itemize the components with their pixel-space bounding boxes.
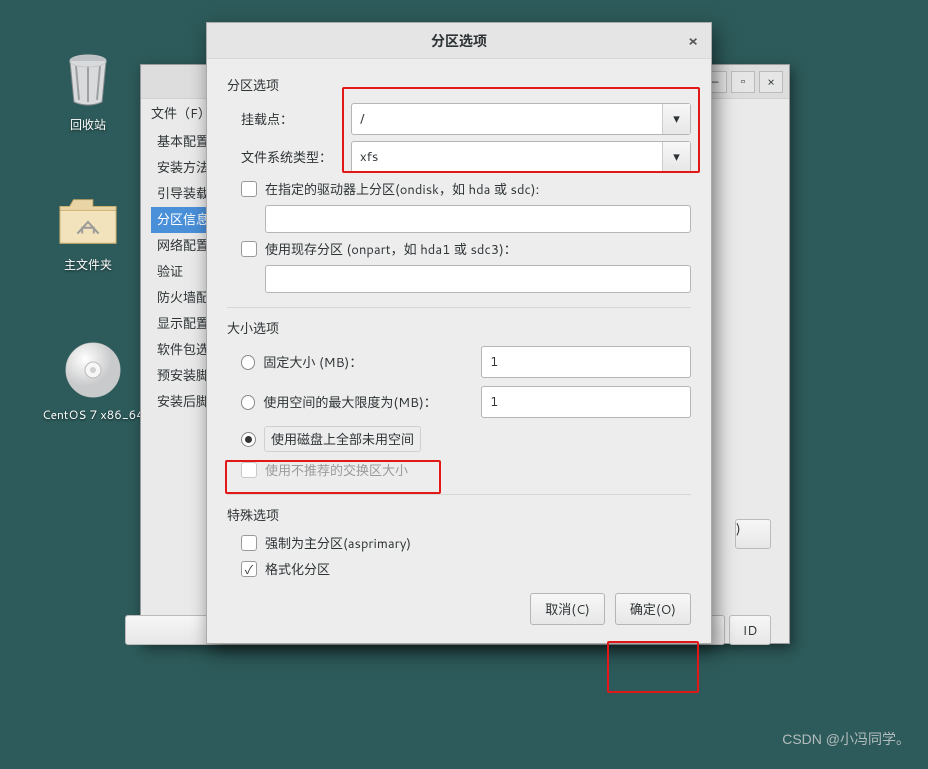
desktop-icon-home[interactable]: 主文件夹	[33, 190, 143, 273]
format-checkbox[interactable]	[241, 561, 257, 577]
size-fill-radio[interactable]	[241, 432, 256, 447]
size-fill-label: 使用磁盘上全部未用空间	[264, 426, 421, 452]
folder-home-icon	[58, 190, 118, 250]
ondisk-checkbox[interactable]	[241, 181, 257, 197]
mountpoint-combo[interactable]: / ▾	[351, 103, 691, 135]
mountpoint-label: 挂载点：	[241, 109, 341, 129]
chevron-down-icon: ▾	[662, 104, 690, 134]
section-size-options: 大小选项	[227, 318, 691, 338]
trash-icon	[58, 50, 118, 110]
peek-button-2[interactable]: ID	[729, 615, 771, 645]
size-grow-radio[interactable]	[241, 395, 255, 410]
size-fixed-label: 固定大小 (MB)：	[263, 352, 473, 372]
onpart-checkbox[interactable]	[241, 241, 257, 257]
onpart-label: 使用现存分区 (onpart，如 hda1 或 sdc3)：	[265, 239, 517, 259]
parent-maximize-button[interactable]: ▫	[731, 71, 755, 93]
size-grow-label: 使用空间的最大限度为(MB)：	[263, 392, 473, 412]
parent-close-button[interactable]: ×	[759, 71, 783, 93]
format-label: 格式化分区	[265, 559, 330, 579]
asprimary-checkbox[interactable]	[241, 535, 257, 551]
size-grow-spin[interactable]: 1	[481, 386, 691, 418]
chevron-down-icon: ▾	[662, 142, 690, 172]
section-partition-options: 分区选项	[227, 75, 691, 95]
fstype-label: 文件系统类型：	[241, 147, 341, 167]
callout-ok-button	[607, 641, 699, 693]
watermark: CSDN @小冯同学。	[782, 729, 910, 749]
size-fixed-spin[interactable]: 1	[481, 346, 691, 378]
desktop-icon-label: 回收站	[33, 116, 143, 133]
desktop-icon-trash[interactable]: 回收站	[33, 50, 143, 133]
menu-file[interactable]: 文件（F）	[151, 105, 211, 123]
partition-options-dialog: 分区选项 × 分区选项 挂载点： / ▾ 文件系统类型： xfs ▾	[206, 22, 712, 644]
section-special-options: 特殊选项	[227, 505, 691, 525]
desktop-icon-label: 主文件夹	[33, 256, 143, 273]
mountpoint-value: /	[360, 110, 365, 128]
size-recommended-label: 使用不推荐的交换区大小	[265, 460, 408, 480]
size-fixed-radio[interactable]	[241, 355, 255, 370]
cancel-button[interactable]: 取消(C)	[530, 593, 605, 625]
dialog-title: 分区选项 ×	[207, 23, 711, 59]
disc-icon	[63, 340, 123, 400]
onpart-entry[interactable]	[265, 265, 691, 293]
desktop-icon-disc[interactable]: CentOS 7 x86_64	[33, 340, 153, 423]
desktop-icon-label: CentOS 7 x86_64	[33, 406, 153, 423]
asprimary-label: 强制为主分区(asprimary)	[265, 533, 411, 553]
dialog-title-text: 分区选项	[431, 31, 487, 51]
fstype-value: xfs	[360, 148, 378, 166]
ondisk-label: 在指定的驱动器上分区(ondisk，如 hda 或 sdc):	[265, 179, 539, 199]
dialog-close-button[interactable]: ×	[683, 31, 703, 51]
fstype-combo[interactable]: xfs ▾	[351, 141, 691, 173]
peek-button-1[interactable]: )	[735, 519, 771, 549]
ondisk-entry[interactable]	[265, 205, 691, 233]
size-recommended-checkbox	[241, 462, 257, 478]
ok-button[interactable]: 确定(O)	[615, 593, 691, 625]
